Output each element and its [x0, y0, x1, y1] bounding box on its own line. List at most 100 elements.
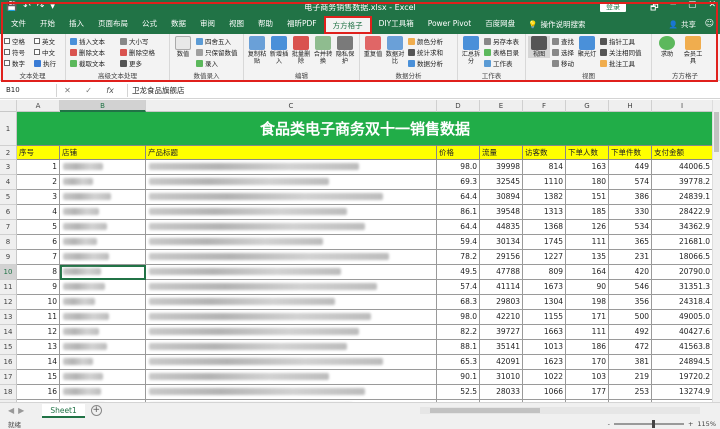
horizontal-scrollbar[interactable]	[420, 407, 700, 414]
column-header-a[interactable]: A	[17, 100, 60, 112]
table-cell[interactable]: 24894.5	[652, 355, 712, 370]
table-header-cell[interactable]: 下单件数	[609, 146, 652, 160]
table-cell[interactable]: 5	[17, 220, 60, 235]
table-cell[interactable]: 386	[609, 190, 652, 205]
tab-review[interactable]: 审阅	[193, 14, 222, 34]
duplicate-button[interactable]: 重复值	[362, 36, 384, 58]
table-cell[interactable]: 365	[609, 235, 652, 250]
table-cell[interactable]: 1313	[523, 205, 566, 220]
table-cell[interactable]: 809	[523, 265, 566, 280]
checkbox-english[interactable]: 英文	[34, 36, 55, 46]
zoom-out-button[interactable]: -	[608, 420, 610, 428]
tab-baidu-netdisk[interactable]: 百度网盘	[478, 14, 522, 34]
title-cell-blurred[interactable]	[146, 160, 437, 175]
save-sheet-button[interactable]: 另存本表	[484, 36, 519, 46]
table-cell[interactable]: 1368	[523, 220, 566, 235]
store-cell-blurred[interactable]	[60, 370, 146, 385]
keep-number-button[interactable]: 只保留数值	[196, 47, 238, 57]
table-cell[interactable]: 32545	[480, 175, 523, 190]
round-button[interactable]: 四舍五入	[196, 36, 231, 46]
column-header-b[interactable]: B	[60, 100, 146, 112]
row-header-1[interactable]: 1	[0, 112, 16, 146]
view-button[interactable]: 视图	[528, 36, 550, 58]
table-header-cell[interactable]: 序号	[17, 146, 60, 160]
table-cell[interactable]: 98.0	[437, 160, 480, 175]
row-header-17[interactable]: 17	[0, 370, 16, 385]
table-cell[interactable]: 7	[17, 250, 60, 265]
table-cell[interactable]: 57.4	[437, 280, 480, 295]
execute-button[interactable]: 执行	[34, 58, 56, 68]
table-cell[interactable]: 164	[566, 265, 609, 280]
table-cell[interactable]: 1022	[523, 370, 566, 385]
customize-qat-icon[interactable]: ▾	[50, 2, 55, 12]
row-header-16[interactable]: 16	[0, 355, 16, 370]
table-cell[interactable]: 39778.2	[652, 175, 712, 190]
find-button[interactable]: 查找	[552, 36, 574, 46]
row-header-9[interactable]: 9	[0, 250, 16, 265]
store-cell-blurred[interactable]	[60, 280, 146, 295]
zoom-level[interactable]: 115%	[697, 420, 716, 428]
table-cell[interactable]: 13274.9	[652, 385, 712, 400]
name-box[interactable]: B10	[2, 83, 57, 97]
table-cell[interactable]: 41114	[480, 280, 523, 295]
add-sheet-button[interactable]: +	[90, 405, 102, 416]
row-header-11[interactable]: 11	[0, 280, 16, 295]
share-button[interactable]: 👤 共享	[669, 19, 696, 30]
table-header-cell[interactable]: 访客数	[523, 146, 566, 160]
table-cell[interactable]: 1110	[523, 175, 566, 190]
row-header-15[interactable]: 15	[0, 340, 16, 355]
table-cell[interactable]: 88.1	[437, 340, 480, 355]
table-cell[interactable]: 39548	[480, 205, 523, 220]
move-button[interactable]: 移动	[552, 58, 574, 68]
worksheet-grid[interactable]: ABCDEFGHI 12345678910111213141516171819 …	[0, 100, 712, 402]
table-cell[interactable]: 69.3	[437, 175, 480, 190]
table-cell[interactable]: 86.1	[437, 205, 480, 220]
store-cell-blurred[interactable]	[60, 250, 146, 265]
table-cell[interactable]: 59.4	[437, 235, 480, 250]
table-cell[interactable]: 420	[609, 265, 652, 280]
table-cell[interactable]: 814	[523, 160, 566, 175]
copy-paste-button[interactable]: 复制粘贴	[246, 36, 268, 65]
table-cell[interactable]: 16	[17, 385, 60, 400]
insert-text-button[interactable]: 插入文本	[70, 36, 105, 46]
table-cell[interactable]: 103	[566, 370, 609, 385]
store-cell-blurred[interactable]	[60, 310, 146, 325]
row-header-8[interactable]: 8	[0, 235, 16, 250]
checkbox-number[interactable]: 数字	[4, 58, 25, 68]
table-cell[interactable]: 546	[609, 280, 652, 295]
row-header-2[interactable]: 2	[0, 146, 16, 160]
number-big-button[interactable]: 数值	[172, 36, 194, 58]
row-header-4[interactable]: 4	[0, 175, 16, 190]
table-cell[interactable]: 1382	[523, 190, 566, 205]
table-cell[interactable]: 12	[17, 325, 60, 340]
table-cell[interactable]: 10	[17, 295, 60, 310]
case-button[interactable]: 大小写	[120, 36, 149, 46]
table-cell[interactable]: 574	[609, 175, 652, 190]
title-cell-blurred[interactable]	[146, 175, 437, 190]
pointer-tool-button[interactable]: 指针工具	[600, 36, 635, 46]
store-cell-blurred[interactable]	[60, 190, 146, 205]
tab-page-layout[interactable]: 页面布局	[91, 14, 135, 34]
vertical-scroll-thumb[interactable]	[714, 112, 719, 152]
table-header-cell[interactable]: 下单人数	[566, 146, 609, 160]
table-cell[interactable]: 78.2	[437, 250, 480, 265]
table-cell[interactable]: 177	[566, 385, 609, 400]
title-cell-blurred[interactable]	[146, 325, 437, 340]
store-cell-blurred[interactable]	[60, 160, 146, 175]
table-cell[interactable]: 18066.5	[652, 250, 712, 265]
table-cell[interactable]: 1673	[523, 280, 566, 295]
sheet-tab-sheet1[interactable]: Sheet1	[42, 403, 85, 418]
table-cell[interactable]: 90	[566, 280, 609, 295]
table-cell[interactable]: 30894	[480, 190, 523, 205]
table-cell[interactable]: 163	[566, 160, 609, 175]
table-cell[interactable]: 1745	[523, 235, 566, 250]
store-cell-blurred[interactable]	[60, 205, 146, 220]
title-cell-blurred[interactable]	[146, 385, 437, 400]
table-cell[interactable]: 28422.9	[652, 205, 712, 220]
store-cell-blurred[interactable]	[60, 325, 146, 340]
sheet-index-button[interactable]: 表格目录	[484, 47, 519, 57]
tab-file[interactable]: 文件	[4, 14, 33, 34]
table-cell[interactable]: 64.4	[437, 220, 480, 235]
store-cell-blurred[interactable]	[60, 220, 146, 235]
sheet-next-icon[interactable]: ▶	[18, 406, 24, 415]
